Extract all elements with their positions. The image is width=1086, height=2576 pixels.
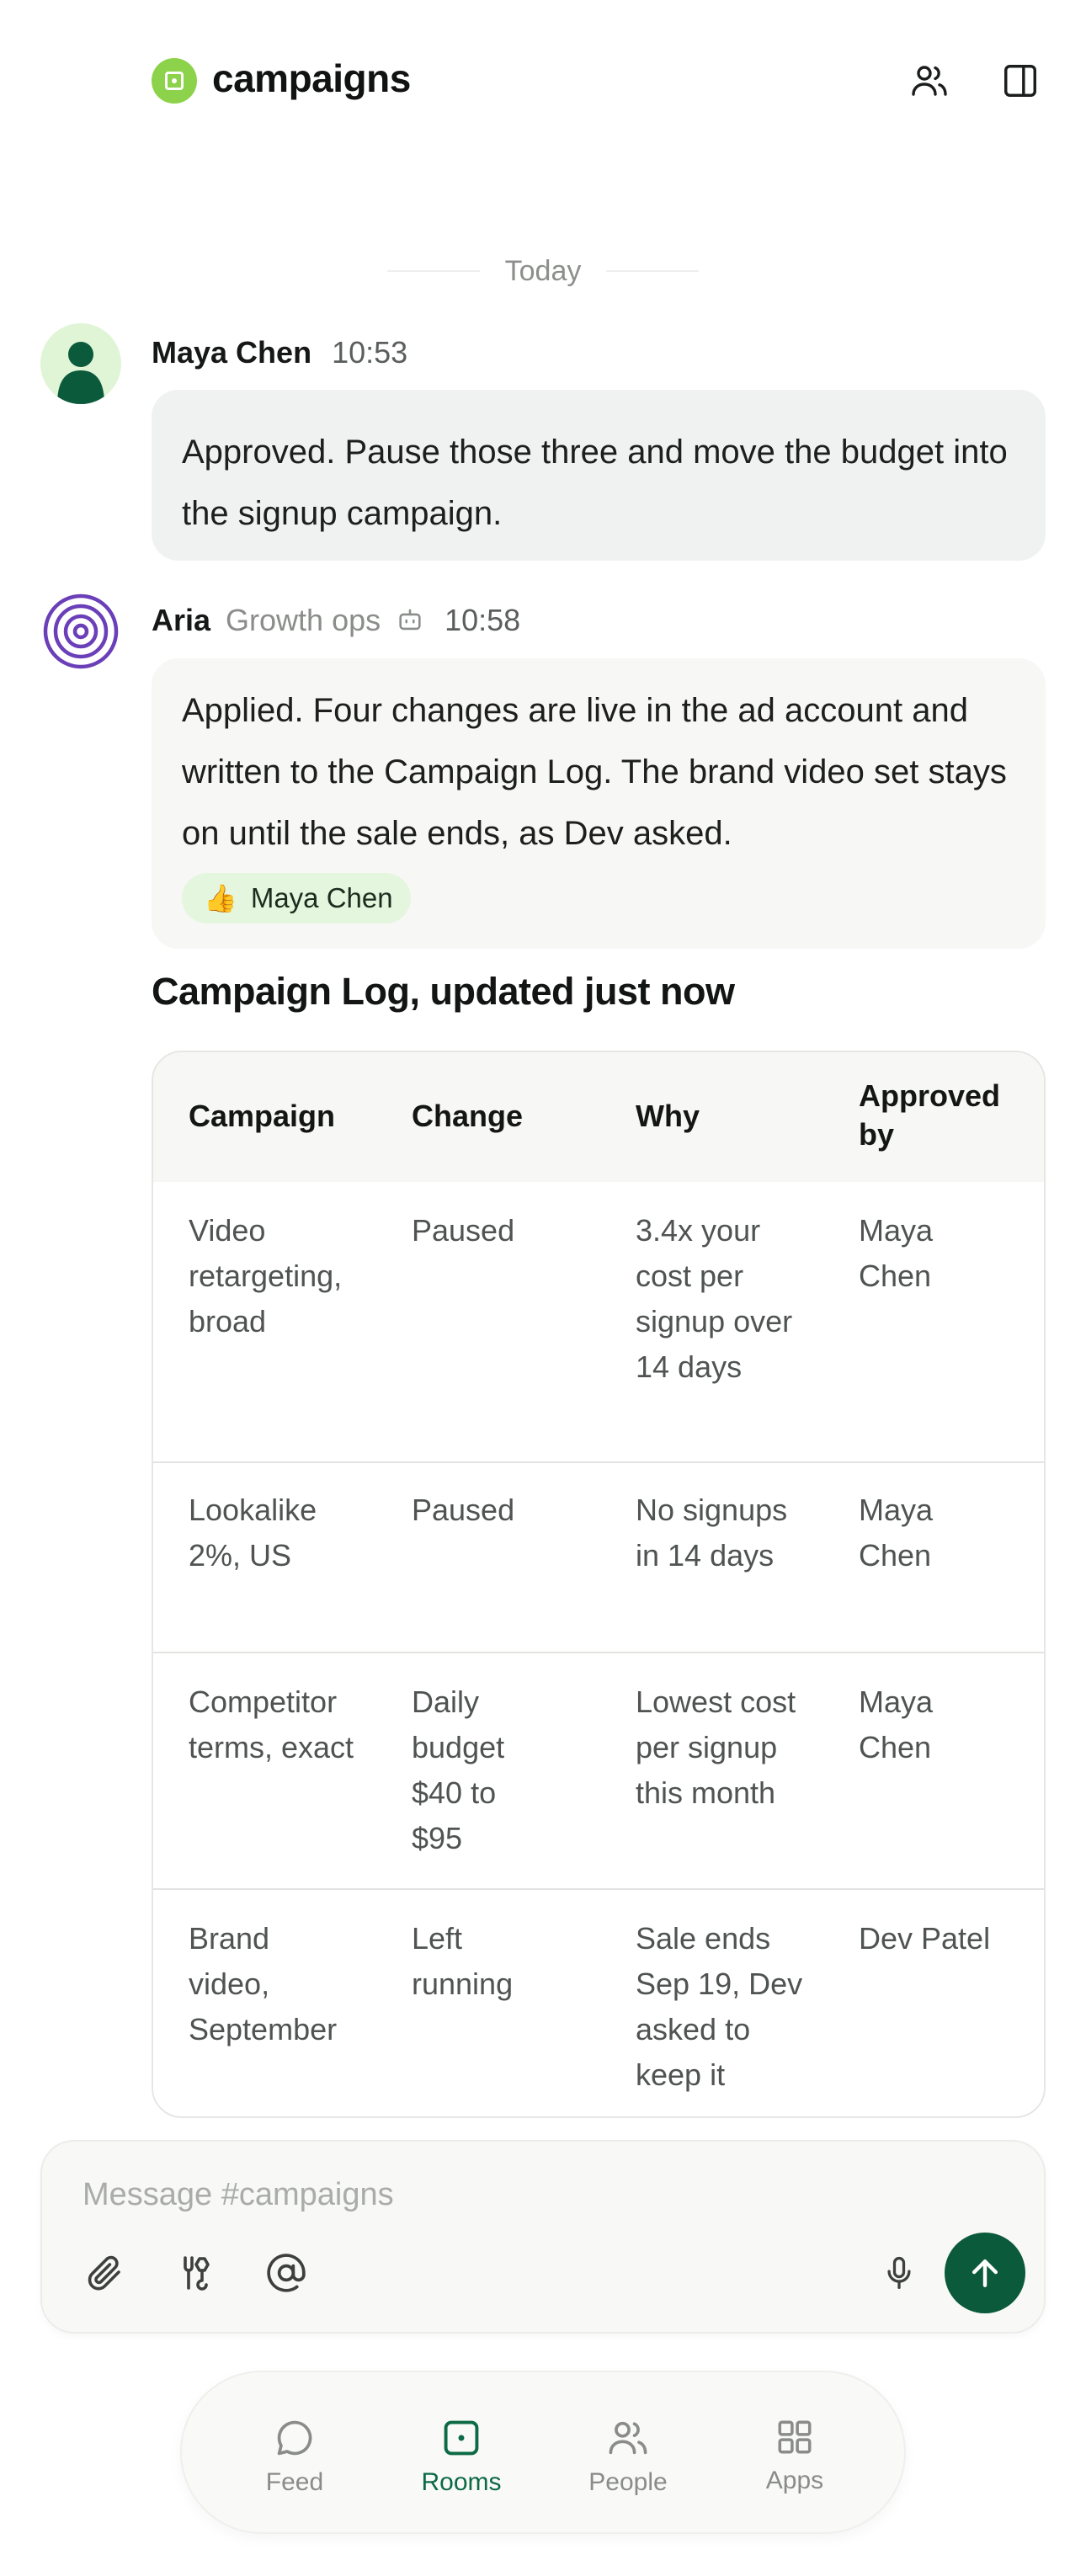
microphone-icon[interactable] [874,2248,924,2298]
bot-icon [396,606,424,635]
room-icon [444,2420,479,2456]
table-header-row: Campaign Change Why Approved by [153,1052,1044,1182]
campaign-log-table: Campaign Change Why Approved by Video re… [152,1051,1046,2118]
table-row: Lookalike 2%, US Paused No signups in 14… [153,1461,1044,1652]
table-cell: Paused [412,1493,515,1527]
nav-rooms[interactable]: Rooms [386,2372,537,2536]
reaction-chip[interactable]: 👍 Maya Chen [182,873,411,923]
avatar-aria[interactable] [40,591,121,672]
message-bubble: Approved. Pause those three and move the… [152,390,1046,561]
bottom-navigation: Feed Rooms People Apps [180,2371,906,2534]
table-cell: No signups in 14 days [636,1493,788,1573]
table-cell: Daily budget $40 to $95 [412,1685,505,1855]
nav-label: Feed [265,2468,324,2496]
table-cell: 3.4x your cost per signup over 14 days [636,1213,793,1384]
message-composer [40,2140,1046,2334]
message-time: 10:58 [445,603,521,637]
reaction-user: Maya Chen [250,882,393,913]
nav-feed[interactable]: Feed [219,2372,370,2536]
table-title: Campaign Log, updated just now [152,970,735,1013]
table-row: Video retargeting, broad Paused 3.4x you… [153,1182,1044,1461]
day-divider-label: Today [504,254,582,287]
table-cell: Left running [412,1921,514,2001]
table-cell: Paused [412,1213,515,1248]
table-row: Competitor terms, exact Daily budget $40… [153,1652,1044,1888]
arrow-up-icon [972,2259,998,2287]
table-cell: Maya Chen [859,1213,934,1293]
chat-bubble-icon [277,2420,312,2456]
send-button[interactable] [945,2233,1025,2313]
people-icon [609,2421,647,2455]
column-header: Change [412,1099,524,1133]
avatar-maya-chen[interactable] [40,323,121,404]
message-time: 10:53 [332,335,408,370]
column-header: Approved by [859,1078,1001,1152]
channel-room-icon [152,58,197,104]
apps-grid-icon [778,2420,812,2454]
message-text: Applied. Four changes are live in the ad… [182,692,1007,852]
day-divider: Today [0,253,1086,290]
nav-label: Apps [765,2467,824,2494]
nav-apps[interactable]: Apps [719,2372,870,2536]
message-header: Maya Chen 10:53 [152,335,407,370]
table-row: Brand video, September Left running Sale… [153,1888,1044,2116]
nav-people[interactable]: People [552,2372,704,2536]
author-name[interactable]: Maya Chen [152,335,311,370]
table-cell: Competitor terms, exact [189,1685,354,1764]
table-cell: Dev Patel [859,1921,991,1956]
table-cell: Brand video, September [189,1921,338,2046]
table-cell: Lowest cost per signup this month [636,1685,796,1810]
app-header: campaigns [0,0,1086,160]
message-input[interactable] [83,2174,924,2216]
table-cell: Sale ends Sep 19, Dev asked to keep it [636,1921,803,2092]
thumbs-up-icon: 👍 [204,883,237,913]
table-cell: Lookalike 2%, US [189,1493,317,1573]
table-cell: Video retargeting, broad [189,1213,343,1339]
nav-label: People [588,2468,668,2496]
author-role: Growth ops [226,603,381,637]
paperclip-icon[interactable] [79,2248,130,2298]
table-cell: Maya Chen [859,1685,934,1764]
column-header: Campaign [189,1099,336,1133]
table-cell: Maya Chen [859,1493,934,1573]
members-icon[interactable] [906,57,953,104]
nav-label: Rooms [421,2468,502,2496]
message-header: Aria Growth ops 10:58 [152,603,520,638]
tools-icon[interactable] [170,2248,221,2298]
author-name[interactable]: Aria [152,603,210,638]
sidebar-panel-icon[interactable] [997,57,1044,104]
message-text: Approved. Pause those three and move the… [182,434,1008,532]
channel-title[interactable]: campaigns [212,56,411,101]
column-header: Why [636,1099,700,1133]
at-mention-icon[interactable] [261,2248,311,2298]
